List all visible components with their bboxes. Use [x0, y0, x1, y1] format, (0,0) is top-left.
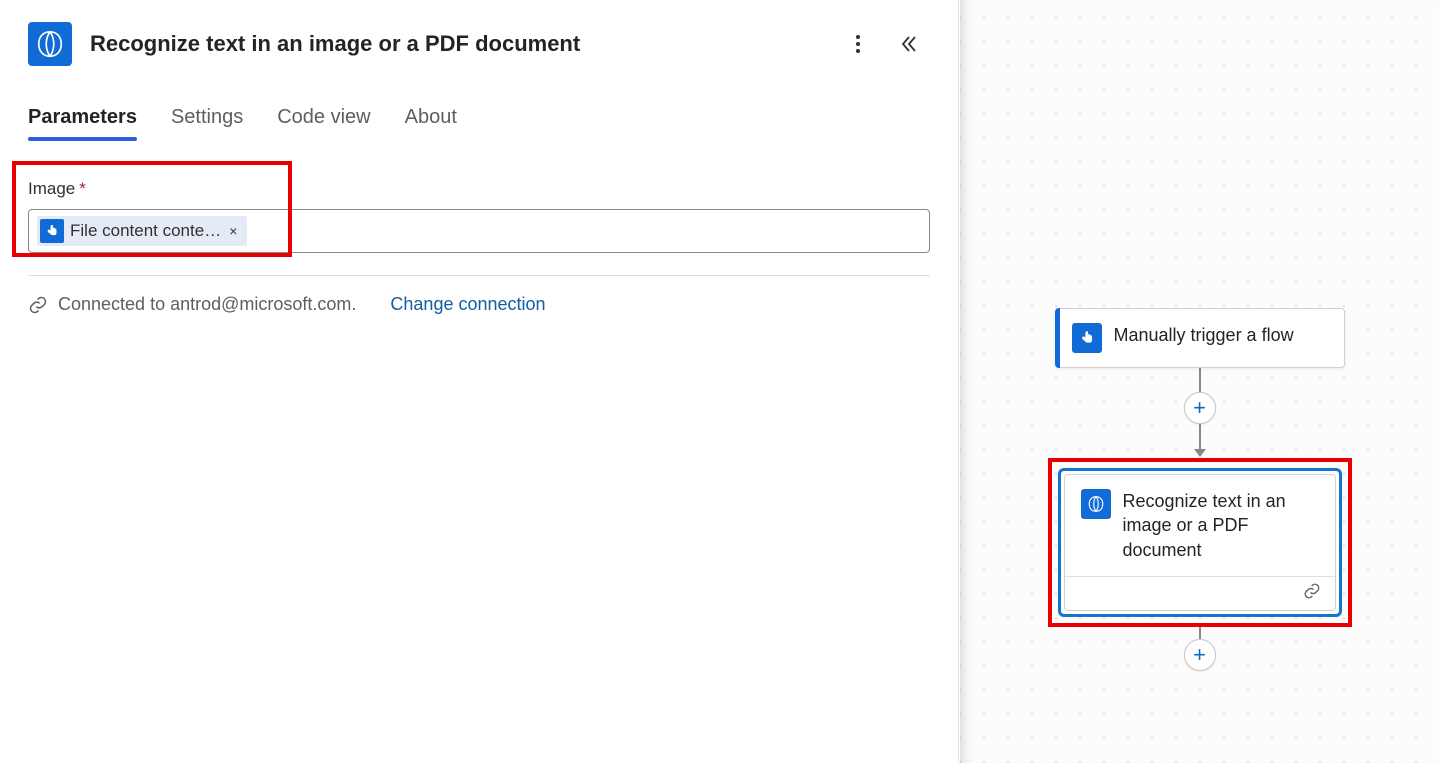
- image-input[interactable]: File content conte… ×: [28, 209, 930, 253]
- dynamic-content-token[interactable]: File content conte… ×: [37, 216, 247, 246]
- panel-title: Recognize text in an image or a PDF docu…: [90, 31, 824, 57]
- trigger-card-title: Manually trigger a flow: [1114, 323, 1294, 347]
- touch-icon: [1072, 323, 1102, 353]
- link-icon: [28, 295, 48, 315]
- flow-connector: [1199, 627, 1201, 639]
- action-card-footer: [1065, 576, 1335, 610]
- flow-canvas[interactable]: Manually trigger a flow +: [960, 0, 1439, 763]
- flow-connector-arrow: [1199, 424, 1201, 450]
- change-connection-link[interactable]: Change connection: [390, 294, 545, 315]
- touch-icon: [40, 219, 64, 243]
- annotation-highlight-action-card: Recognize text in an image or a PDF docu…: [1048, 458, 1352, 627]
- image-field-area: Image * File content conte… ×: [28, 179, 930, 253]
- connection-text: Connected to antrod@microsoft.com.: [58, 294, 356, 315]
- add-step-button[interactable]: +: [1184, 392, 1216, 424]
- image-field-label-text: Image: [28, 179, 75, 199]
- tab-parameters[interactable]: Parameters: [28, 106, 137, 139]
- action-card-title: Recognize text in an image or a PDF docu…: [1123, 489, 1319, 562]
- link-icon: [1303, 582, 1321, 605]
- header-actions: [842, 28, 924, 60]
- details-panel: Recognize text in an image or a PDF docu…: [0, 0, 959, 763]
- more-options-button[interactable]: [842, 28, 874, 60]
- add-step-button[interactable]: +: [1184, 639, 1216, 671]
- action-card-selected[interactable]: Recognize text in an image or a PDF docu…: [1058, 468, 1342, 617]
- image-field-label: Image *: [28, 179, 930, 199]
- trigger-card[interactable]: Manually trigger a flow: [1055, 308, 1345, 368]
- panel-header: Recognize text in an image or a PDF docu…: [0, 0, 958, 66]
- flow-connector: [1199, 368, 1201, 392]
- token-remove-button[interactable]: ×: [227, 223, 239, 239]
- ai-builder-icon: [1081, 489, 1111, 519]
- tab-code-view[interactable]: Code view: [277, 106, 370, 139]
- connection-row: Connected to antrod@microsoft.com. Chang…: [0, 276, 958, 315]
- tab-about[interactable]: About: [405, 106, 457, 139]
- ai-builder-icon: [28, 22, 72, 66]
- flow-stack: Manually trigger a flow +: [1050, 308, 1350, 671]
- tab-settings[interactable]: Settings: [171, 106, 243, 139]
- collapse-panel-button[interactable]: [892, 28, 924, 60]
- token-text: File content conte…: [70, 221, 221, 241]
- card-accent-bar: [1055, 308, 1060, 368]
- required-indicator: *: [79, 179, 86, 199]
- panel-tabs: Parameters Settings Code view About: [0, 66, 958, 139]
